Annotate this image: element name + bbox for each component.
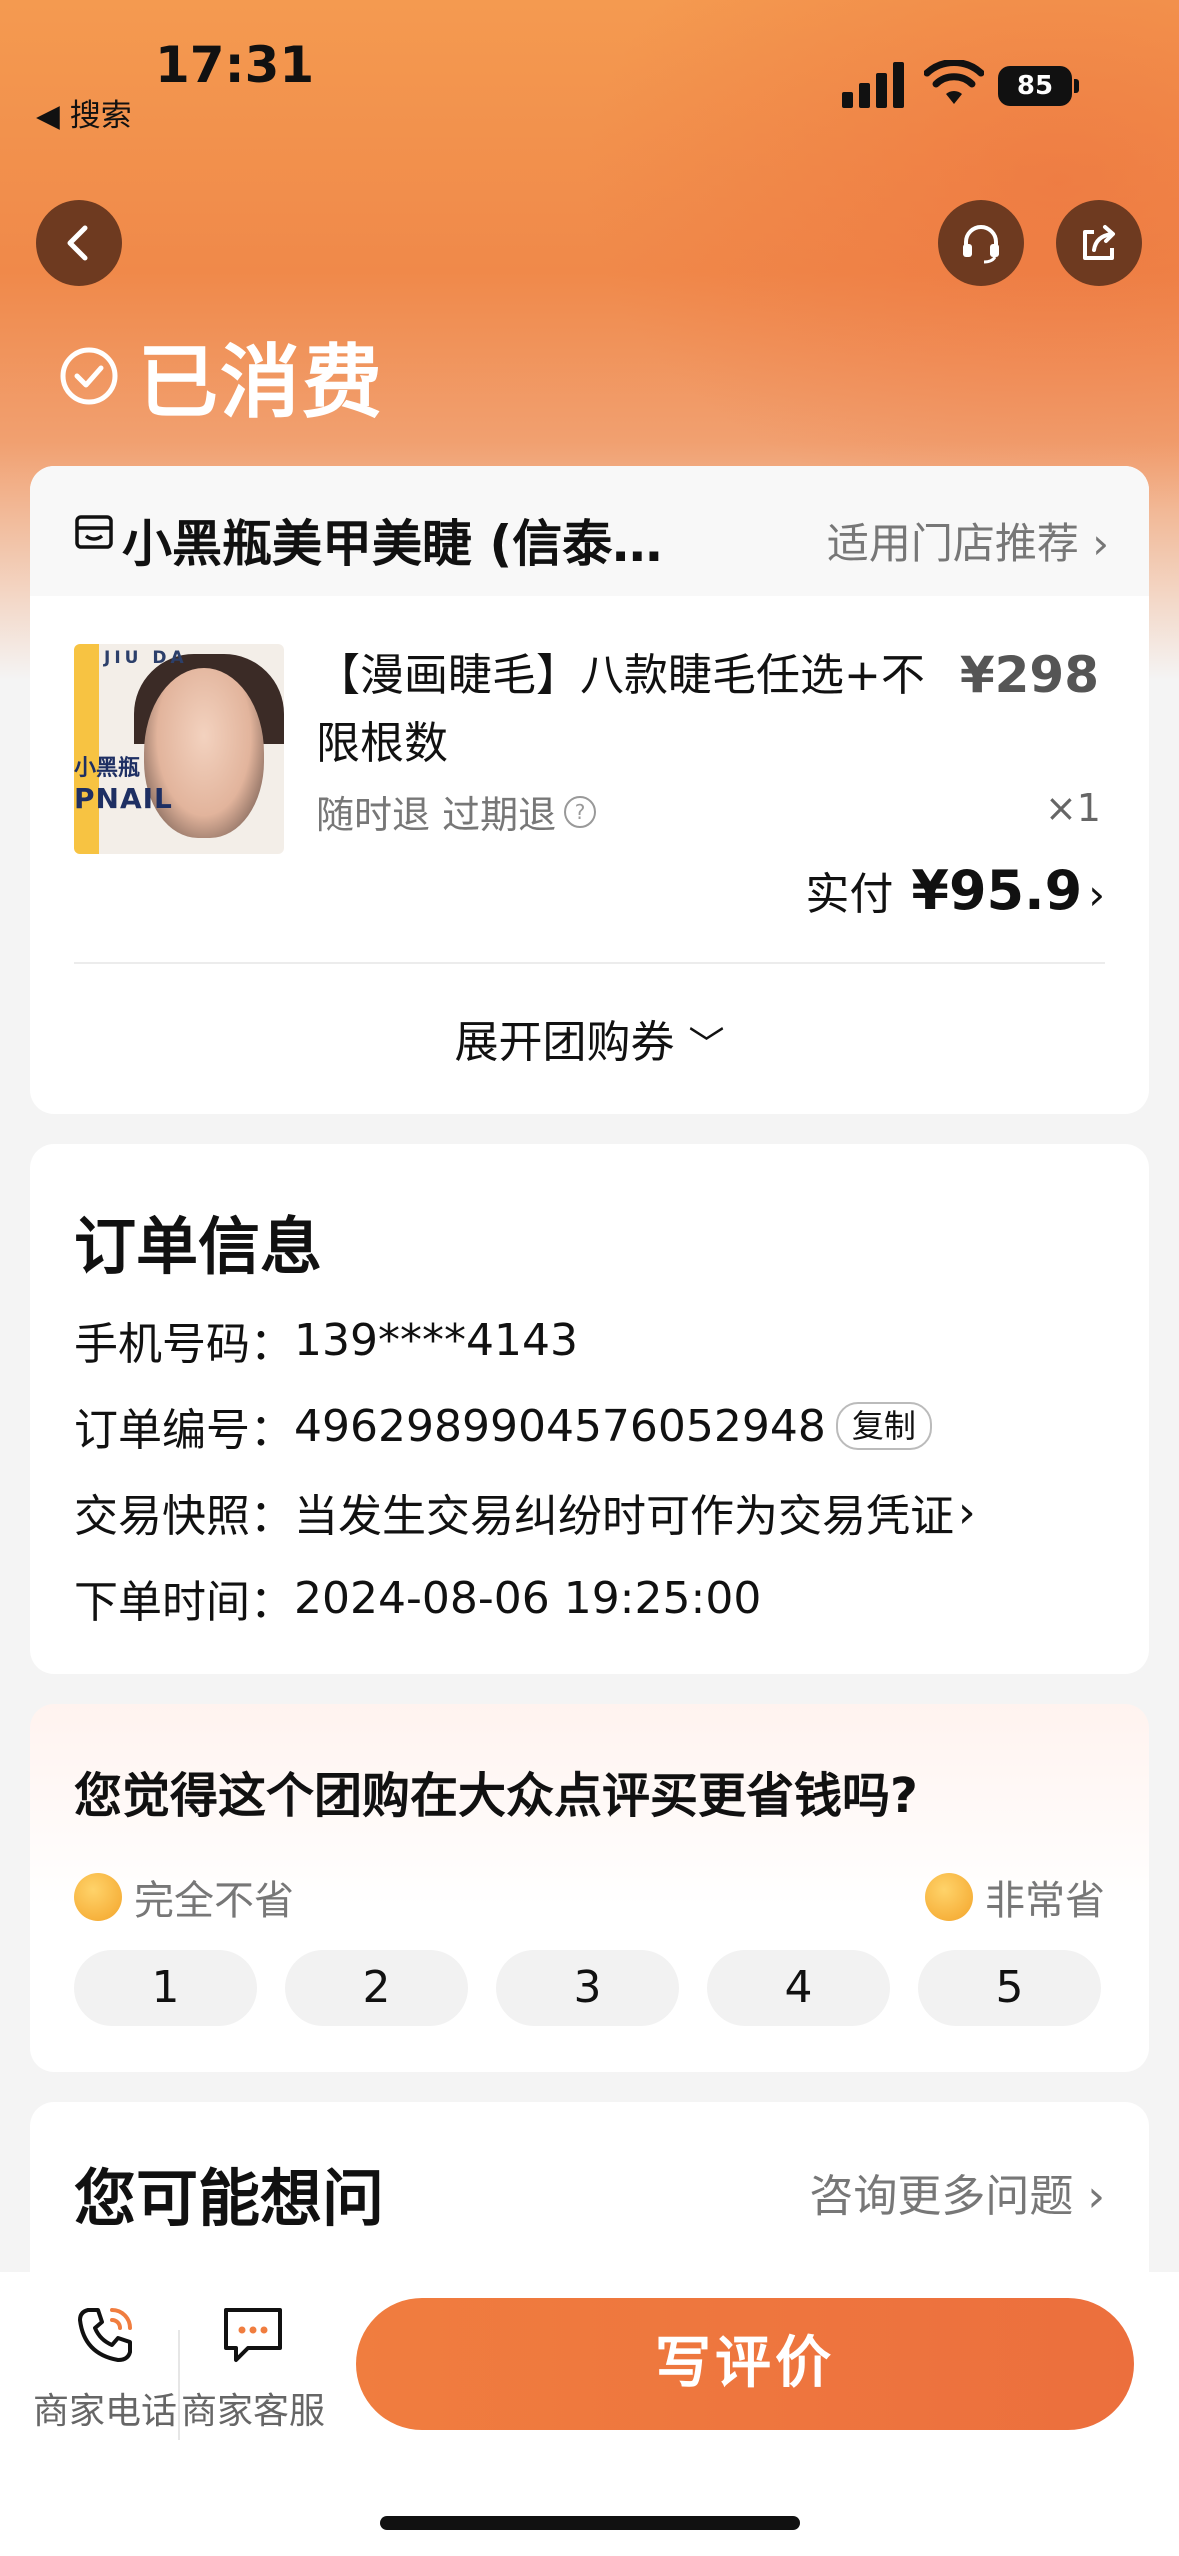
info-label: 下单时间： bbox=[74, 1577, 294, 1628]
survey-high-text: 非常省 bbox=[985, 1878, 1105, 1924]
survey-low-label: 完全不省 bbox=[74, 1868, 294, 1926]
paid-label: 实付 bbox=[805, 869, 894, 920]
thumbnail-brand-top: JIU DA bbox=[104, 648, 188, 668]
share-button[interactable] bbox=[1056, 200, 1142, 286]
divider bbox=[74, 962, 1105, 964]
thumbnail-brand-cn: 小黑瓶 bbox=[74, 756, 141, 781]
paid-amount-row[interactable]: 实付 ¥95.9 › bbox=[805, 858, 1105, 922]
ask-more-link[interactable]: 咨询更多问题 › bbox=[809, 2160, 1105, 2224]
refund-policy: 随时退 过期退 ? bbox=[316, 784, 597, 839]
rating-option-3[interactable]: 3 bbox=[496, 1950, 679, 2026]
order-time: 2024-08-06 19:25:00 bbox=[294, 1572, 762, 1624]
ask-more-label: 咨询更多问题 bbox=[809, 2171, 1074, 2222]
order-info-title: 订单信息 bbox=[74, 1210, 323, 1283]
order-number: 4962989904576052948 bbox=[294, 1400, 826, 1452]
happy-face-icon bbox=[925, 1873, 973, 1921]
product-price: ¥298 bbox=[959, 646, 1099, 704]
paid-amount: ¥95.9 bbox=[911, 859, 1083, 922]
chevron-right-icon: › bbox=[958, 1486, 976, 1538]
product-quantity: ×1 bbox=[1044, 786, 1101, 830]
battery-level: 85 bbox=[998, 66, 1072, 106]
chevron-right-icon: › bbox=[1087, 2171, 1105, 2222]
cellular-signal-icon bbox=[842, 62, 904, 108]
order-info-card: 订单信息 手机号码： 139****4143 订单编号： 49629899045… bbox=[30, 1144, 1149, 1674]
store-recommend-label: 适用门店推荐 bbox=[826, 519, 1079, 568]
customer-service-button[interactable] bbox=[938, 200, 1024, 286]
copy-button[interactable]: 复制 bbox=[835, 1402, 932, 1450]
check-circle-icon bbox=[60, 347, 118, 405]
wifi-icon bbox=[924, 60, 984, 104]
rating-options: 1 2 3 4 5 bbox=[74, 1950, 1101, 2026]
merchant-phone-button[interactable]: 商家电话 bbox=[30, 2300, 180, 2434]
sad-face-icon bbox=[74, 1873, 122, 1921]
headset-icon bbox=[963, 225, 999, 264]
rating-option-2[interactable]: 2 bbox=[285, 1950, 468, 2026]
order-status: 已消费 bbox=[58, 318, 384, 434]
expand-coupons-button[interactable]: 展开团购券 ﹀ bbox=[30, 1006, 1149, 1070]
chat-bubble-icon bbox=[224, 2308, 282, 2362]
merchant-phone-label: 商家电话 bbox=[32, 2391, 177, 2432]
phone-icon bbox=[78, 2308, 132, 2362]
info-label: 手机号码： bbox=[74, 1319, 294, 1370]
product-title[interactable]: 【漫画睫毛】八款睫毛任选+不限根数 bbox=[316, 642, 926, 778]
battery-icon: 85 bbox=[998, 66, 1079, 106]
store-name[interactable]: 小黑瓶美甲美睫 (信泰… bbox=[122, 504, 662, 576]
order-time-row: 下单时间： 2024-08-06 19:25:00 bbox=[74, 1566, 761, 1630]
info-label: 交易快照： bbox=[74, 1491, 294, 1542]
chevron-down-icon: ﹀ bbox=[688, 1025, 725, 1066]
faq-title: 您可能想问 bbox=[74, 2162, 385, 2235]
survey-question: 您觉得这个团购在大众点评买更省钱吗? bbox=[74, 1768, 918, 1824]
rating-option-5[interactable]: 5 bbox=[918, 1950, 1101, 2026]
back-to-search-link[interactable]: ◀ 搜索 bbox=[36, 90, 132, 135]
status-time: 17:31 bbox=[155, 36, 315, 94]
help-icon[interactable]: ? bbox=[564, 795, 597, 828]
savings-survey-card: 您觉得这个团购在大众点评买更省钱吗? 完全不省 非常省 1 2 3 4 5 bbox=[30, 1704, 1149, 2072]
home-indicator bbox=[380, 2516, 800, 2530]
bottom-action-bar: 商家电话 商家客服 写评价 bbox=[0, 2272, 1179, 2556]
chevron-right-icon: › bbox=[1092, 519, 1109, 568]
store-row[interactable]: 小黑瓶美甲美睫 (信泰… 适用门店推荐 › bbox=[30, 466, 1149, 596]
expand-coupons-label: 展开团购券 bbox=[454, 1017, 675, 1068]
refund-policy-label: 随时退 过期退 bbox=[316, 793, 557, 837]
transaction-snapshot-text: 当发生交易纠纷时可作为交易凭证 bbox=[294, 1491, 954, 1542]
chevron-left-icon bbox=[67, 225, 88, 261]
status-bar: 17:31 ◀ 搜索 85 bbox=[0, 0, 1179, 150]
survey-high-label: 非常省 bbox=[925, 1868, 1105, 1926]
order-number-row: 订单编号： 4962989904576052948 复制 bbox=[74, 1394, 932, 1458]
order-status-label: 已消费 bbox=[138, 336, 384, 429]
merchant-chat-button[interactable]: 商家客服 bbox=[178, 2300, 328, 2434]
phone-number: 139****4143 bbox=[294, 1314, 578, 1366]
write-review-button[interactable]: 写评价 bbox=[356, 2298, 1134, 2430]
back-button[interactable] bbox=[36, 200, 122, 286]
info-label: 订单编号： bbox=[74, 1405, 294, 1456]
rating-option-1[interactable]: 1 bbox=[74, 1950, 257, 2026]
product-thumbnail[interactable]: JIU DA 小黑瓶 PNAIL bbox=[74, 644, 284, 854]
chevron-right-icon: › bbox=[1088, 870, 1105, 919]
transaction-snapshot-row[interactable]: 交易快照： 当发生交易纠纷时可作为交易凭证 › bbox=[74, 1480, 976, 1544]
rating-option-4[interactable]: 4 bbox=[707, 1950, 890, 2026]
store-recommend-link[interactable]: 适用门店推荐 › bbox=[827, 510, 1109, 571]
order-phone-row: 手机号码： 139****4143 bbox=[74, 1308, 578, 1372]
product-card: 小黑瓶美甲美睫 (信泰… 适用门店推荐 › JIU DA 小黑瓶 PNAIL 【… bbox=[30, 466, 1149, 1114]
merchant-chat-label: 商家客服 bbox=[180, 2391, 325, 2432]
share-icon bbox=[1083, 225, 1115, 260]
store-icon bbox=[75, 515, 113, 549]
thumbnail-brand-en: PNAIL bbox=[74, 782, 173, 815]
survey-low-text: 完全不省 bbox=[134, 1878, 294, 1924]
